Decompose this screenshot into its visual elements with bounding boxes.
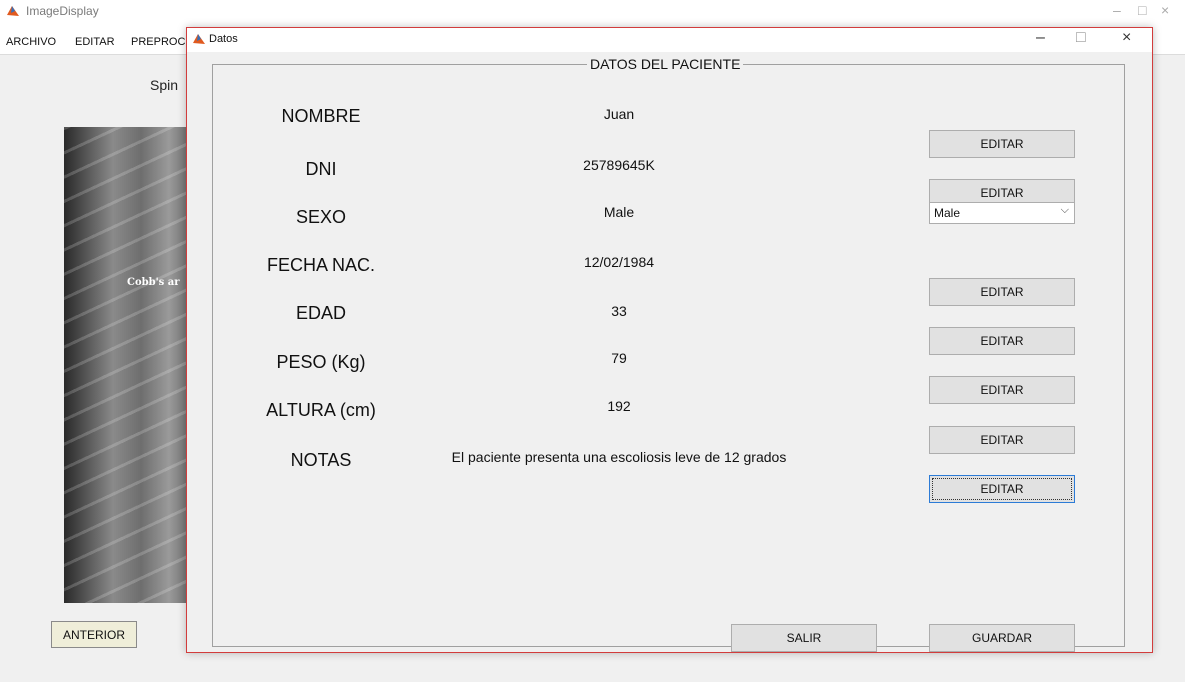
maximize-icon[interactable]: □ xyxy=(1138,2,1146,18)
xray-image xyxy=(64,127,204,603)
matlab-icon xyxy=(7,6,19,16)
menu-editar[interactable]: EDITAR xyxy=(75,36,115,48)
value-notas: El paciente presenta una escoliosis leve… xyxy=(451,449,787,465)
patient-data-panel: DATOS DEL PACIENTE NOMBRE Juan EDITAR DN… xyxy=(212,56,1125,652)
close-icon[interactable]: × xyxy=(1122,29,1131,47)
value-altura: 192 xyxy=(607,398,631,414)
background-window-title: ImageDisplay xyxy=(26,4,99,18)
edit-peso-button[interactable]: EDITAR xyxy=(929,376,1075,404)
edit-edad-button[interactable]: EDITAR xyxy=(929,327,1075,355)
edit-altura-button[interactable]: EDITAR xyxy=(929,426,1075,454)
xray-caption: Cobb's ar xyxy=(127,277,180,288)
matlab-icon xyxy=(193,34,205,44)
dialog-title: Datos xyxy=(209,33,238,45)
edit-nombre-button[interactable]: EDITAR xyxy=(929,130,1075,158)
anterior-button[interactable]: ANTERIOR xyxy=(51,621,137,648)
chevron-down-icon: ⌵ xyxy=(1060,204,1069,216)
edit-fecha-nac-button[interactable]: EDITAR xyxy=(929,278,1075,306)
minimize-icon[interactable]: – xyxy=(1113,2,1121,18)
minimize-icon[interactable]: – xyxy=(1036,29,1045,47)
menu-preprocesado[interactable]: PREPROCE xyxy=(131,36,193,48)
menu-archivo[interactable]: ARCHIVO xyxy=(6,36,56,48)
maximize-icon[interactable]: □ xyxy=(1076,29,1086,47)
value-nombre: Juan xyxy=(603,106,635,122)
datos-dialog: Datos – □ × DATOS DEL PACIENTE NOMBRE Ju… xyxy=(186,27,1153,653)
value-peso: 79 xyxy=(611,350,627,366)
sexo-select[interactable]: Male ⌵ xyxy=(929,202,1075,224)
edit-notas-button[interactable]: EDITAR xyxy=(929,475,1075,503)
value-fecha-nac: 12/02/1984 xyxy=(583,254,655,270)
value-edad: 33 xyxy=(611,303,627,319)
dialog-titlebar: Datos – □ × xyxy=(187,28,1152,52)
value-dni: 25789645K xyxy=(583,157,655,173)
salir-button[interactable]: SALIR xyxy=(731,624,877,652)
close-icon[interactable]: × xyxy=(1161,2,1169,18)
panel-title: DATOS DEL PACIENTE xyxy=(587,56,744,72)
value-sexo: Male xyxy=(603,204,635,220)
background-window-titlebar: ImageDisplay – □ × xyxy=(0,0,1185,28)
guardar-button[interactable]: GUARDAR xyxy=(929,624,1075,652)
sexo-select-value: Male xyxy=(934,206,961,220)
spine-label: Spin xyxy=(150,77,179,93)
